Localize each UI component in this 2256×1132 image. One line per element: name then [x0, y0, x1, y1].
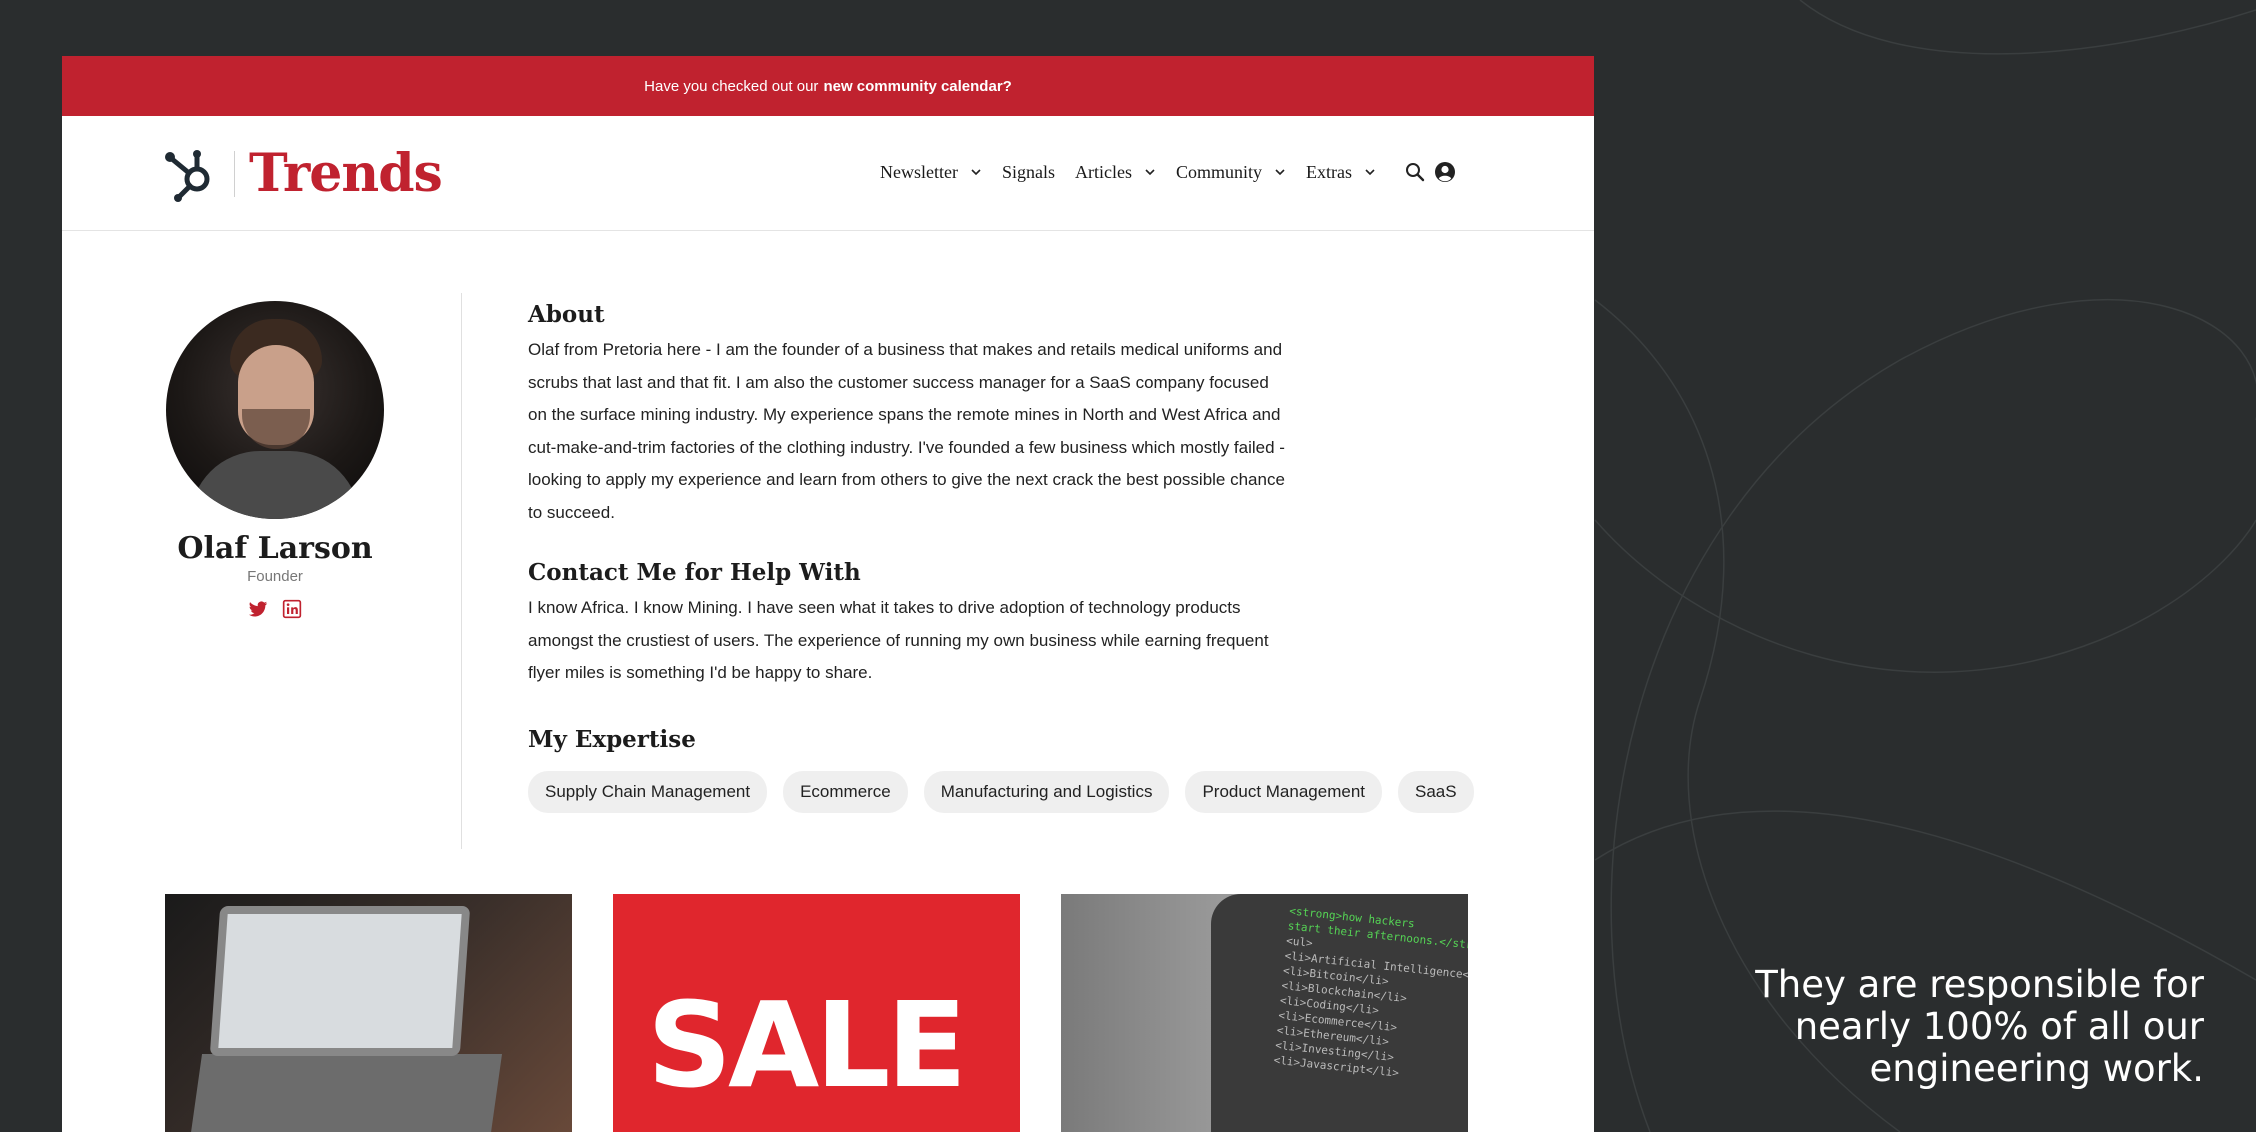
profile-name: Olaf Larson: [177, 531, 373, 566]
browser-page: Have you checked out our new community c…: [62, 56, 1594, 1132]
chevron-down-icon: [1145, 169, 1155, 176]
nav-articles[interactable]: Articles: [1075, 162, 1156, 183]
column-divider: [461, 293, 462, 849]
about-text: Olaf from Pretoria here - I am the found…: [528, 340, 1285, 522]
expertise-tags: Supply Chain Management Ecommerce Manufa…: [528, 770, 1568, 813]
nav-actions: [1404, 161, 1464, 183]
slide-caption: They are responsible for nearly 100% of …: [1755, 963, 2204, 1090]
brand-name: Trends: [249, 143, 443, 204]
expertise-tag[interactable]: Manufacturing and Logistics: [923, 770, 1170, 813]
code-line: <ul>: [1285, 934, 1314, 950]
expertise-heading: My Expertise: [528, 725, 696, 753]
twitter-icon[interactable]: [248, 599, 268, 619]
hubspot-sprocket-icon: [165, 150, 210, 202]
chevron-down-icon: [1275, 169, 1285, 176]
shirt-code-print: <strong>how hackers start their afternoo…: [1273, 903, 1468, 1089]
expertise-tag[interactable]: Product Management: [1185, 770, 1382, 813]
chevron-down-icon: [1365, 169, 1375, 176]
profile-card: Olaf Larson Founder: [164, 301, 386, 619]
search-icon[interactable]: [1404, 161, 1426, 183]
avatar: [166, 301, 384, 519]
nav-label: Extras: [1305, 161, 1352, 182]
announcement-text: Have you checked out our: [644, 77, 819, 95]
laptop-screen: [209, 906, 471, 1056]
article-card-code[interactable]: <strong>how hackers start their afternoo…: [1061, 894, 1468, 1132]
expertise-tag[interactable]: Ecommerce: [783, 770, 908, 813]
profile-role: Founder: [247, 568, 303, 585]
announcement-link[interactable]: new community calendar?: [823, 78, 1011, 95]
linkedin-icon[interactable]: [282, 599, 302, 619]
chevron-down-icon: [971, 169, 981, 176]
nav-signals[interactable]: Signals: [1002, 162, 1055, 183]
nav-label: Articles: [1074, 161, 1132, 182]
nav-community[interactable]: Community: [1176, 162, 1286, 183]
account-icon[interactable]: [1434, 161, 1456, 183]
article-card-laptop[interactable]: [165, 894, 572, 1132]
nav-extras[interactable]: Extras: [1306, 162, 1376, 183]
contact-text: I know Africa. I know Mining. I have see…: [528, 598, 1269, 682]
site-header: Trends Newsletter Signals Articles Commu…: [62, 116, 1594, 231]
laptop-keyboard: [187, 1054, 503, 1132]
nav-newsletter[interactable]: Newsletter: [880, 162, 982, 183]
site-logo[interactable]: Trends: [164, 143, 443, 204]
contact-heading: Contact Me for Help With: [528, 559, 861, 586]
article-cards: SALE <strong>how hackers start their aft…: [165, 894, 1468, 1132]
expertise-tag[interactable]: SaaS: [1398, 770, 1474, 813]
article-card-sale[interactable]: SALE: [613, 894, 1020, 1132]
announcement-bar[interactable]: Have you checked out our new community c…: [62, 56, 1594, 116]
logo-divider: [234, 151, 235, 197]
about-heading: About: [528, 301, 605, 328]
nav-label: Newsletter: [880, 161, 958, 182]
nav-label: Signals: [1001, 161, 1055, 182]
sale-sign-text: SALE: [647, 976, 967, 1114]
main-nav: Newsletter Signals Articles Community Ex…: [880, 161, 1464, 183]
nav-label: Community: [1175, 161, 1262, 182]
profile-content: About Olaf from Pretoria here - I am the…: [528, 301, 1568, 813]
social-links: [164, 599, 386, 619]
expertise-tag[interactable]: Supply Chain Management: [528, 770, 768, 813]
